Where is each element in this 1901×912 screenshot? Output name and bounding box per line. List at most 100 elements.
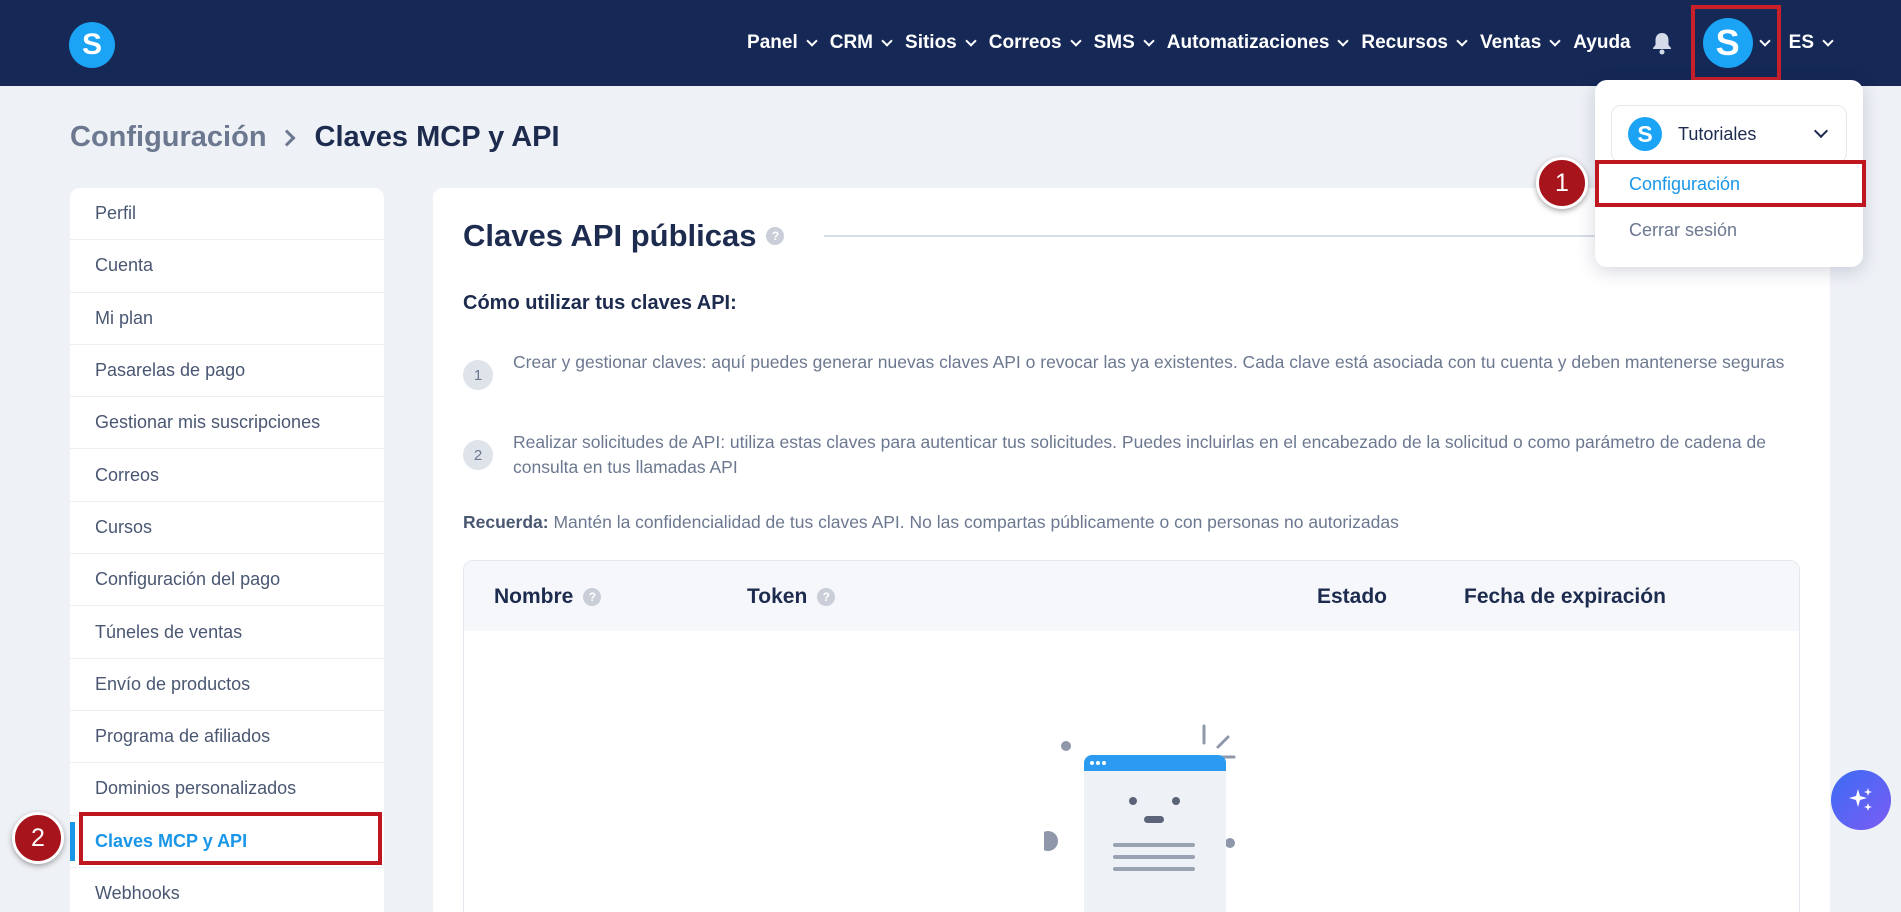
sidebar-item-label: Programa de afiliados: [95, 726, 271, 747]
help-icon[interactable]: ?: [817, 588, 836, 606]
chevron-down-icon: [881, 34, 893, 47]
sidebar-item-webhooks[interactable]: Webhooks: [70, 868, 384, 912]
sidebar-item-label: Perfil: [95, 203, 137, 224]
sidebar-item-envio-de-productos[interactable]: Envío de productos: [70, 659, 384, 711]
nav-panel[interactable]: Panel: [747, 32, 818, 54]
reminder-body: Mantén la confidencialidad de tus claves…: [548, 512, 1399, 532]
account-selector[interactable]: S Tutoriales: [1611, 105, 1847, 163]
step-number: 1: [463, 360, 493, 390]
nav-sms[interactable]: SMS: [1094, 32, 1155, 54]
chevron-down-icon: [1069, 34, 1082, 47]
nav-label: Ventas: [1480, 32, 1542, 53]
step-badge-2: 2: [12, 812, 64, 864]
sidebar-item-correos[interactable]: Correos: [70, 449, 384, 502]
column-header-token: Token ?: [747, 585, 836, 609]
chevron-right-icon: [278, 129, 296, 146]
user-menu-button[interactable]: S: [1690, 5, 1781, 81]
nav-label: Correos: [988, 32, 1062, 53]
nav-automatizaciones[interactable]: Automatizaciones: [1166, 32, 1350, 54]
column-header-nombre: Nombre ?: [494, 585, 602, 609]
breadcrumb-root[interactable]: Configuración: [70, 121, 267, 154]
column-label: Estado: [1317, 585, 1388, 608]
ai-assistant-button[interactable]: [1831, 770, 1891, 830]
main-nav: Panel CRM Sitios Correos SMS Automatizac…: [747, 0, 1901, 86]
sidebar-item-label: Envío de productos: [95, 673, 251, 694]
badge-number: 2: [31, 823, 45, 852]
step-text: Realizar solicitudes de API: utiliza est…: [513, 432, 1766, 477]
sidebar-item-label: Pasarelas de pago: [95, 360, 246, 381]
nav-ayuda[interactable]: Ayuda: [1573, 32, 1630, 54]
highlight-box-configuracion: [1595, 160, 1866, 207]
bell-icon[interactable]: [1651, 31, 1673, 55]
empty-state-illustration: [1038, 721, 1274, 912]
account-logo: S: [1628, 117, 1662, 151]
app-logo[interactable]: S: [69, 22, 115, 68]
sidebar-item-pasarelas-de-pago[interactable]: Pasarelas de pago: [70, 345, 384, 398]
settings-sidebar: Perfil Cuenta Mi plan Pasarelas de pago …: [70, 188, 384, 912]
column-label: Nombre: [494, 585, 574, 608]
sidebar-item-label: Dominios personalizados: [95, 778, 297, 799]
nav-correos[interactable]: Correos: [988, 32, 1082, 54]
nav-label: Automatizaciones: [1166, 32, 1330, 53]
sidebar-item-suscripciones[interactable]: Gestionar mis suscripciones: [70, 397, 384, 450]
card-title: Claves API públicas: [463, 218, 757, 253]
sparkle-icon: [1849, 788, 1872, 811]
sidebar-item-cursos[interactable]: Cursos: [70, 502, 384, 555]
sidebar-item-configuracion-del-pago[interactable]: Configuración del pago: [70, 554, 384, 607]
chevron-down-icon: [1337, 34, 1350, 47]
sidebar-item-tuneles-de-ventas[interactable]: Túneles de ventas: [70, 606, 384, 659]
sidebar-item-label: Túneles de ventas: [95, 621, 243, 642]
badge-number: 1: [1555, 168, 1569, 197]
language-label: ES: [1788, 32, 1814, 53]
help-icon[interactable]: ?: [583, 588, 602, 606]
sidebar-item-label: Gestionar mis suscripciones: [95, 412, 321, 433]
sidebar-item-programa-de-afiliados[interactable]: Programa de afiliados: [70, 711, 384, 764]
step-badge-1: 1: [1536, 157, 1588, 209]
help-icon[interactable]: ?: [766, 227, 785, 245]
sidebar-item-label: Configuración del pago: [95, 569, 281, 590]
account-name: Tutoriales: [1678, 123, 1757, 144]
language-selector[interactable]: ES: [1788, 32, 1834, 54]
nav-label: Panel: [747, 32, 798, 53]
nav-crm[interactable]: CRM: [830, 32, 893, 54]
step-number: 2: [463, 440, 493, 470]
sidebar-item-label: Webhooks: [95, 883, 180, 903]
page-title: Claves MCP y API: [314, 121, 560, 153]
nav-label: Sitios: [905, 32, 957, 53]
top-navbar: S Panel CRM Sitios Correos SMS Automatiz…: [0, 0, 1901, 86]
menu-item-cerrar-sesion[interactable]: Cerrar sesión: [1629, 220, 1737, 241]
table-header: Nombre ? Token ? Estado Fecha de expirac…: [464, 561, 1799, 631]
step-item: 2 Realizar solicitudes de API: utiliza e…: [463, 430, 1800, 480]
column-label: Token: [747, 585, 808, 608]
chevron-down-icon: [1143, 34, 1155, 47]
sidebar-item-label: Mi plan: [95, 307, 154, 328]
sidebar-item-cuenta[interactable]: Cuenta: [70, 240, 384, 293]
sidebar-item-label: Correos: [95, 464, 160, 485]
sidebar-item-dominios-personalizados[interactable]: Dominios personalizados: [70, 763, 384, 816]
nav-sitios[interactable]: Sitios: [905, 32, 977, 54]
avatar: S: [1702, 18, 1753, 68]
breadcrumb: Configuración Claves MCP y API: [70, 121, 560, 154]
sidebar-item-perfil[interactable]: Perfil: [70, 188, 384, 241]
chevron-down-icon: [1456, 34, 1468, 47]
avatar-letter: S: [1715, 22, 1740, 63]
step-text: Crear y gestionar claves: aquí puedes ge…: [513, 352, 1785, 372]
chevron-down-icon: [806, 34, 818, 47]
sidebar-item-label: Cuenta: [95, 255, 154, 276]
nav-label: Ayuda: [1573, 32, 1631, 53]
chevron-down-icon: [965, 34, 977, 47]
account-logo-letter: S: [1637, 120, 1653, 147]
column-label: Fecha de expiración: [1464, 585, 1666, 608]
column-header-fecha-expiracion: Fecha de expiración: [1464, 585, 1666, 609]
reminder-text: Recuerda: Mantén la confidencialidad de …: [463, 512, 1399, 533]
api-keys-card: Claves API públicas ? Cómo utilizar tus …: [433, 188, 1830, 912]
step-item: 1 Crear y gestionar claves: aquí puedes …: [463, 350, 1800, 390]
api-keys-table: Nombre ? Token ? Estado Fecha de expirac…: [463, 560, 1800, 912]
column-header-estado: Estado: [1317, 585, 1387, 609]
nav-ventas[interactable]: Ventas: [1480, 32, 1561, 54]
nav-label: Recursos: [1361, 32, 1448, 53]
sidebar-item-mi-plan[interactable]: Mi plan: [70, 293, 384, 345]
nav-recursos[interactable]: Recursos: [1361, 32, 1468, 54]
chevron-down-icon: [1822, 34, 1834, 47]
chevron-down-icon: [1549, 34, 1561, 47]
